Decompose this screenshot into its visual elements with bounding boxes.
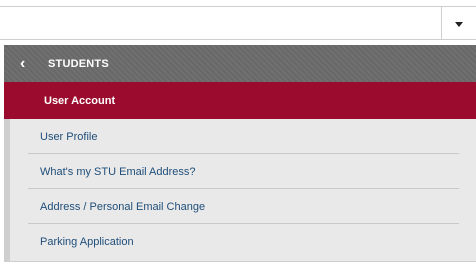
menu-item-label: User Profile — [40, 130, 98, 143]
menu-item-user-profile[interactable]: User Profile — [10, 119, 476, 154]
menu-header[interactable]: ‹ STUDENTS — [4, 45, 476, 82]
page: ‹ STUDENTS User Account User Profile Wha… — [0, 0, 476, 264]
submenu-list: User Profile What's my STU Email Address… — [4, 119, 476, 262]
menu-item-label: What's my STU Email Address? — [40, 165, 196, 178]
menu-item-address-change[interactable]: Address / Personal Email Change — [10, 189, 476, 224]
menu-header-label: STUDENTS — [48, 57, 109, 70]
section-title-label: User Account — [44, 94, 116, 107]
section-title[interactable]: User Account — [4, 82, 476, 119]
menu-item-label: Address / Personal Email Change — [40, 200, 206, 213]
students-menu: ‹ STUDENTS User Account User Profile Wha… — [4, 45, 476, 262]
menu-item-stu-email[interactable]: What's my STU Email Address? — [10, 154, 476, 189]
chevron-left-icon[interactable]: ‹ — [20, 55, 44, 72]
bottom-divider — [4, 261, 476, 262]
menu-item-parking-application[interactable]: Parking Application — [10, 224, 476, 259]
dropdown-divider — [441, 7, 442, 39]
caret-down-icon[interactable] — [455, 22, 463, 27]
top-dropdown[interactable] — [0, 6, 476, 40]
menu-item-label: Parking Application — [40, 235, 134, 248]
